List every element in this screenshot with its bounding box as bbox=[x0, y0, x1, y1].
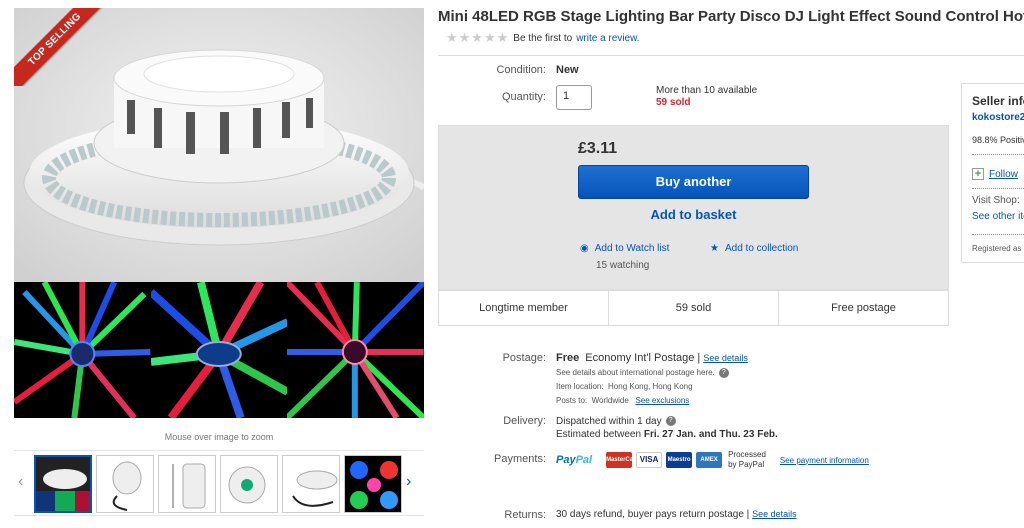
returns-text: 30 days refund, buyer pays return postag… bbox=[556, 509, 750, 520]
thumbnail-2[interactable] bbox=[96, 455, 154, 513]
visit-shop-label[interactable]: Visit Shop: bbox=[972, 195, 1020, 206]
seller-name-link[interactable]: kokostore2 bbox=[972, 112, 1024, 123]
item-location-value: Hong Kong, Hong Kong bbox=[608, 382, 693, 391]
posts-to-label: Posts to: bbox=[556, 396, 588, 405]
mastercard-icon: MasterCard bbox=[606, 452, 639, 468]
seller-info-title: Seller info bbox=[972, 94, 1024, 108]
light-effect-photo-3 bbox=[287, 282, 424, 418]
intl-postage-note: See details about international postage … bbox=[556, 368, 729, 378]
postage-details-link[interactable]: See details bbox=[703, 353, 748, 363]
intl-postage-text: See details about international postage … bbox=[556, 368, 715, 378]
see-exclusions-link[interactable]: See exclusions bbox=[635, 396, 689, 405]
thumbnail-1[interactable] bbox=[34, 455, 92, 513]
postage-label: Postage: bbox=[502, 352, 546, 364]
item-location-label: Item location: bbox=[556, 382, 604, 391]
price: £3.11 bbox=[578, 140, 618, 157]
condition-label: Condition: bbox=[496, 64, 546, 76]
payment-information-link[interactable]: See payment information bbox=[780, 456, 869, 465]
add-to-collection-link[interactable]: ★ Add to collection bbox=[710, 243, 798, 254]
posts-to: Posts to: Worldwide See exclusions bbox=[556, 396, 689, 405]
help-icon[interactable]: ? bbox=[665, 416, 676, 427]
quantity-input[interactable]: 1 bbox=[556, 85, 592, 110]
follow-label: Follow bbox=[989, 168, 1018, 180]
registered-business: Registered as a business bbox=[972, 244, 1024, 253]
divider bbox=[438, 55, 1024, 56]
seller-feedback: 98.8% Positive bbox=[972, 135, 1024, 145]
review-prefix: Be the first to bbox=[513, 32, 573, 44]
seller-stats: Longtime member 59 sold Free postage bbox=[438, 290, 949, 326]
quantity-label: Quantity: bbox=[501, 91, 546, 103]
chevron-left-icon[interactable]: ‹ bbox=[18, 473, 23, 491]
follow-seller-link[interactable]: + Follow bbox=[972, 168, 1018, 180]
postage-summary: Free Economy Int'l Postage | See details bbox=[556, 352, 748, 364]
thumbnail-6[interactable] bbox=[344, 455, 402, 513]
amex-icon: AMEX bbox=[696, 452, 723, 468]
add-to-watch-list-link[interactable]: ◉ Add to Watch list bbox=[580, 243, 669, 254]
thumbnail-5[interactable] bbox=[282, 455, 340, 513]
star-rating-icon: ★★★★★ bbox=[446, 30, 510, 45]
collection-label: Add to collection bbox=[724, 243, 799, 254]
eye-icon: ◉ bbox=[580, 243, 589, 254]
visa-icon: VISA bbox=[636, 452, 663, 468]
stat-sold: 59 sold bbox=[609, 291, 779, 325]
payment-methods: PayPal MasterCard VISA Maestro AMEX Proc… bbox=[556, 450, 869, 470]
rating: ★★★★★ Be the first to write a review. bbox=[446, 30, 640, 46]
delivery-label: Delivery: bbox=[503, 415, 546, 427]
paypal-logo: PayPal bbox=[556, 454, 593, 466]
write-review-link[interactable]: write a review. bbox=[576, 33, 639, 44]
item-location: Item location: Hong Kong, Hong Kong bbox=[556, 382, 693, 391]
top-selling-badge: TOP SELLING bbox=[14, 8, 118, 86]
light-effect-photo-1 bbox=[14, 282, 151, 418]
chevron-right-icon[interactable]: › bbox=[406, 473, 411, 491]
thumbnail-strip: ‹ › bbox=[14, 450, 424, 516]
watching-count: 15 watching bbox=[596, 260, 650, 271]
seller-info-box: Seller info kokostore2 98.8% Positive + … bbox=[961, 83, 1024, 263]
estimate-prefix: Estimated between bbox=[556, 429, 642, 440]
plus-icon: + bbox=[972, 168, 984, 180]
stat-longtime-member: Longtime member bbox=[439, 291, 609, 325]
processed-by-paypal: Processed by PayPal bbox=[728, 450, 766, 469]
sold-count: 59 sold bbox=[656, 97, 691, 108]
dispatch-text: Dispatched within 1 day bbox=[556, 416, 662, 427]
product-title: Mini 48LED RGB Stage Lighting Bar Party … bbox=[438, 8, 1024, 25]
maestro-icon: Maestro bbox=[666, 452, 693, 468]
divider bbox=[972, 154, 1024, 155]
returns-label: Returns: bbox=[504, 509, 546, 521]
returns-info: 30 days refund, buyer pays return postag… bbox=[556, 509, 797, 520]
add-to-basket-button[interactable]: Add to basket bbox=[578, 207, 809, 222]
divider bbox=[972, 234, 1024, 235]
estimate-dates: Fri. 27 Jan. and Thu. 23 Feb. bbox=[643, 429, 778, 440]
zoom-hint: Mouse over image to zoom bbox=[164, 432, 274, 442]
availability: More than 10 available 59 sold bbox=[656, 85, 757, 108]
payments-label: Payments: bbox=[494, 453, 546, 465]
postage-free: Free bbox=[556, 352, 580, 364]
thumbnails bbox=[34, 455, 402, 513]
condition-value: New bbox=[556, 64, 579, 76]
stat-free-postage: Free postage bbox=[831, 302, 896, 314]
main-product-image[interactable]: TOP SELLING bbox=[14, 8, 424, 418]
buy-another-button[interactable]: Buy another bbox=[578, 165, 809, 199]
returns-details-link[interactable]: See details bbox=[752, 509, 797, 519]
thumbnail-4[interactable] bbox=[220, 455, 278, 513]
watch-list-label: Add to Watch list bbox=[594, 243, 670, 254]
availability-text: More than 10 available bbox=[656, 85, 758, 96]
delivery-info: Dispatched within 1 day? Estimated betwe… bbox=[556, 415, 778, 441]
postage-service: Economy Int'l Postage | bbox=[585, 352, 701, 364]
thumbnail-3[interactable] bbox=[158, 455, 216, 513]
posts-to-value: Worldwide bbox=[591, 396, 629, 405]
light-effect-photos bbox=[14, 282, 424, 418]
star-icon: ★ bbox=[710, 243, 719, 254]
see-other-items-link[interactable]: See other items bbox=[972, 211, 1024, 222]
light-effect-photo-2 bbox=[150, 282, 288, 418]
help-icon[interactable]: ? bbox=[718, 368, 729, 378]
divider bbox=[972, 188, 1024, 189]
